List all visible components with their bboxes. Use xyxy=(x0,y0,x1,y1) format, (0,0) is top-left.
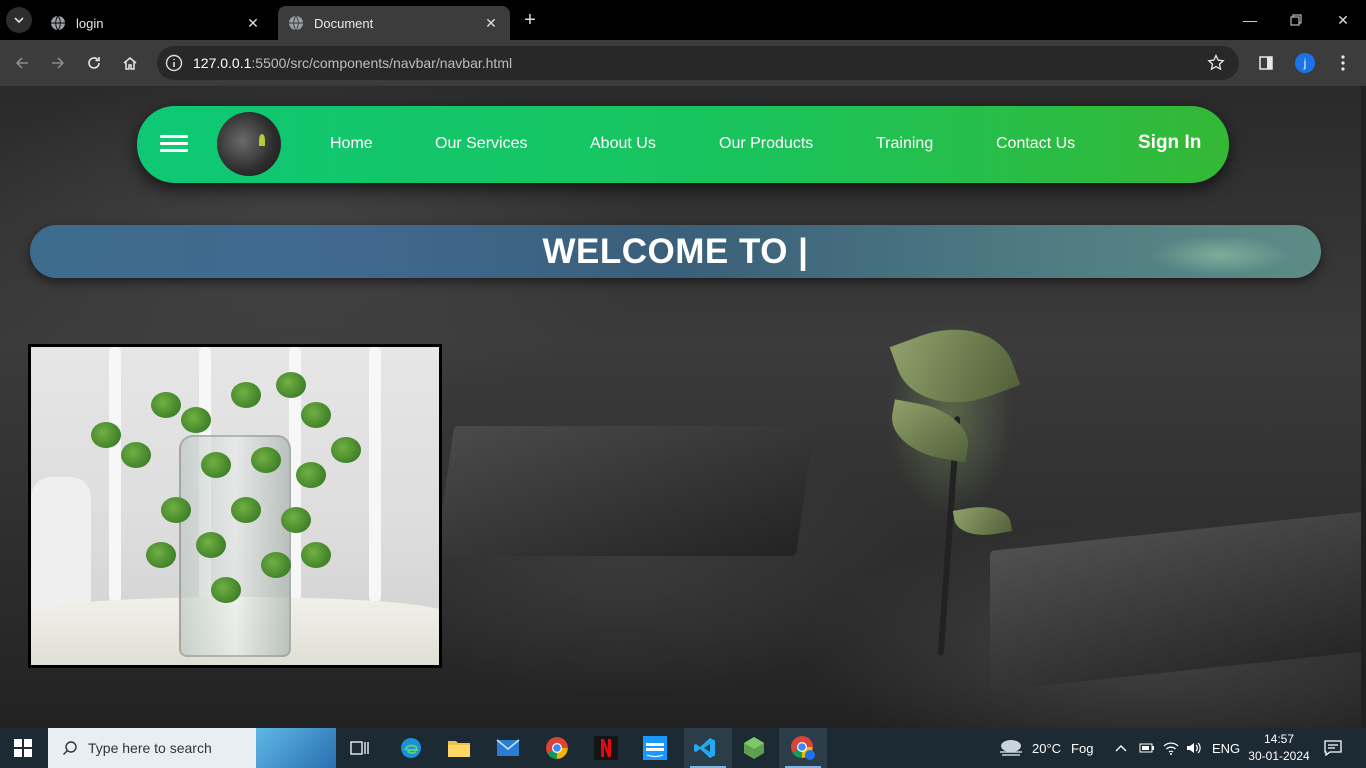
close-tab-icon[interactable]: ✕ xyxy=(244,14,262,32)
chrome-icon[interactable] xyxy=(543,734,571,762)
file-explorer-icon[interactable] xyxy=(445,734,473,762)
chevron-down-icon xyxy=(14,17,24,23)
netflix-icon[interactable] xyxy=(592,734,620,762)
restore-icon[interactable] xyxy=(1284,8,1308,32)
welcome-heading: WELCOME TO | xyxy=(542,232,809,271)
globe-icon xyxy=(51,15,65,31)
menu-kebab-icon[interactable] xyxy=(1331,51,1355,75)
prime-video-icon[interactable] xyxy=(641,734,669,762)
tab-strip: login ✕ Document ✕ + — ✕ xyxy=(0,0,1366,40)
minimize-icon[interactable]: — xyxy=(1238,8,1262,32)
tab-login[interactable]: login ✕ xyxy=(40,6,272,40)
weather-widget[interactable]: 20°C Fog xyxy=(998,728,1093,768)
nav-link-training[interactable]: Training xyxy=(876,135,933,153)
windows-start-icon[interactable] xyxy=(14,739,32,757)
fog-cloud-icon xyxy=(1000,740,1022,756)
welcome-banner: WELCOME TO | xyxy=(30,225,1321,278)
nodejs-icon[interactable] xyxy=(740,734,768,762)
weather-desc: Fog xyxy=(1071,740,1094,756)
search-icon xyxy=(62,741,77,756)
url-text: 127.0.0.1:5500/src/components/navbar/nav… xyxy=(193,55,513,71)
new-tab-button[interactable]: + xyxy=(518,8,542,32)
bookmark-star-icon[interactable] xyxy=(1207,54,1225,72)
profile-avatar[interactable]: j xyxy=(1295,53,1315,73)
weather-temp: 20°C xyxy=(1032,740,1062,756)
system-clock[interactable]: 14:57 30-01-2024 xyxy=(1246,731,1312,765)
close-tab-icon[interactable]: ✕ xyxy=(482,14,500,32)
home-icon[interactable] xyxy=(118,51,142,75)
search-placeholder: Type here to search xyxy=(88,740,212,756)
nav-link-our-services[interactable]: Our Services xyxy=(435,135,527,153)
tab-title: Document xyxy=(314,15,374,31)
main-navbar: Home Our Services About Us Our Products … xyxy=(137,106,1229,183)
notifications-icon[interactable] xyxy=(1324,728,1342,768)
site-logo[interactable] xyxy=(217,112,281,176)
hamburger-menu-icon[interactable] xyxy=(160,135,188,153)
plant-photo xyxy=(28,344,442,668)
tab-search-button[interactable] xyxy=(6,7,32,33)
globe-icon xyxy=(289,15,303,31)
chrome-profile-icon[interactable] xyxy=(789,734,817,762)
edge-icon[interactable] xyxy=(397,734,425,762)
nav-link-home[interactable]: Home xyxy=(330,135,373,153)
nav-link-contact-us[interactable]: Contact Us xyxy=(996,135,1075,153)
close-window-icon[interactable]: ✕ xyxy=(1331,8,1355,32)
tab-document[interactable]: Document ✕ xyxy=(278,6,510,40)
language-indicator[interactable]: ENG xyxy=(1212,728,1240,768)
background-rock xyxy=(435,426,815,556)
page-viewport: Home Our Services About Us Our Products … xyxy=(0,86,1361,728)
mail-icon[interactable] xyxy=(494,734,522,762)
volume-icon[interactable] xyxy=(1186,728,1202,768)
sign-in-button[interactable]: Sign In xyxy=(1138,132,1201,154)
forward-icon[interactable] xyxy=(46,51,70,75)
back-icon[interactable] xyxy=(10,51,34,75)
tab-title: login xyxy=(76,15,104,31)
browser-toolbar: 127.0.0.1:5500/src/components/navbar/nav… xyxy=(0,40,1366,86)
task-view-icon[interactable] xyxy=(346,734,374,762)
page-scrollbar[interactable] xyxy=(1361,86,1366,728)
vscode-icon[interactable] xyxy=(691,734,719,762)
show-hidden-icons-chevron-icon[interactable] xyxy=(1114,728,1128,768)
background-rock xyxy=(990,511,1361,691)
nav-link-our-products[interactable]: Our Products xyxy=(719,135,813,153)
info-icon[interactable] xyxy=(165,54,183,72)
reload-icon[interactable] xyxy=(82,51,106,75)
clock-time: 14:57 xyxy=(1263,732,1295,746)
background-leaf xyxy=(952,501,1013,541)
search-highlight-image xyxy=(256,728,336,768)
wifi-icon[interactable] xyxy=(1163,728,1179,768)
clock-date: 30-01-2024 xyxy=(1248,749,1310,763)
taskbar: Type here to search 20°C Fog ENG 14:57 3… xyxy=(0,728,1366,768)
nav-link-about-us[interactable]: About Us xyxy=(590,135,656,153)
taskbar-search[interactable]: Type here to search xyxy=(48,728,336,768)
side-panel-icon[interactable] xyxy=(1254,51,1278,75)
battery-icon[interactable] xyxy=(1139,728,1155,768)
background-leaf xyxy=(886,399,974,463)
address-bar[interactable]: 127.0.0.1:5500/src/components/navbar/nav… xyxy=(157,46,1239,80)
